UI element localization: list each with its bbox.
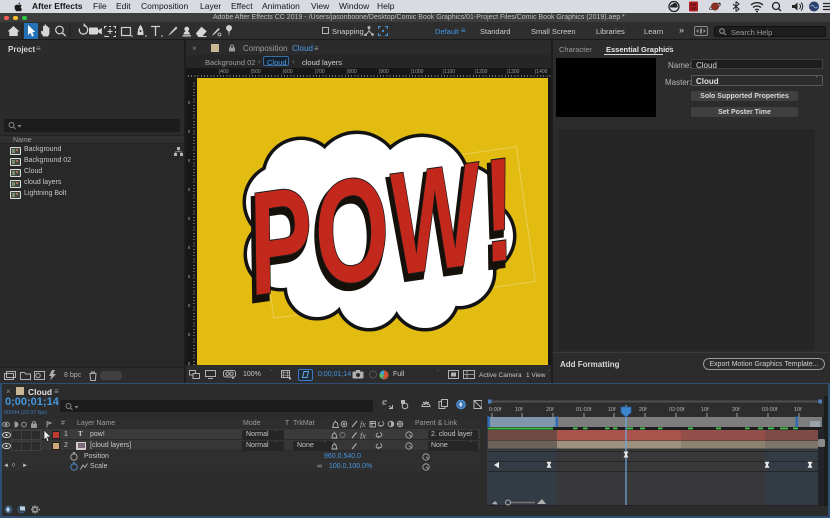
- svg-text:01:00f: 01:00f: [576, 407, 592, 413]
- svg-text:fx: fx: [360, 431, 366, 439]
- svg-text:20f: 20f: [546, 407, 554, 413]
- svg-text:10f: 10f: [608, 407, 616, 413]
- svg-text:20f: 20f: [639, 407, 647, 413]
- svg-text:0:00f: 0:00f: [489, 407, 502, 413]
- svg-text:02:00f: 02:00f: [669, 407, 685, 413]
- svg-text:10f: 10f: [515, 407, 523, 413]
- svg-text:03:00f: 03:00f: [762, 407, 778, 413]
- svg-text:fx: fx: [360, 420, 366, 428]
- svg-text:20f: 20f: [732, 407, 740, 413]
- svg-text:10f: 10f: [794, 407, 802, 413]
- svg-text:10f: 10f: [701, 407, 709, 413]
